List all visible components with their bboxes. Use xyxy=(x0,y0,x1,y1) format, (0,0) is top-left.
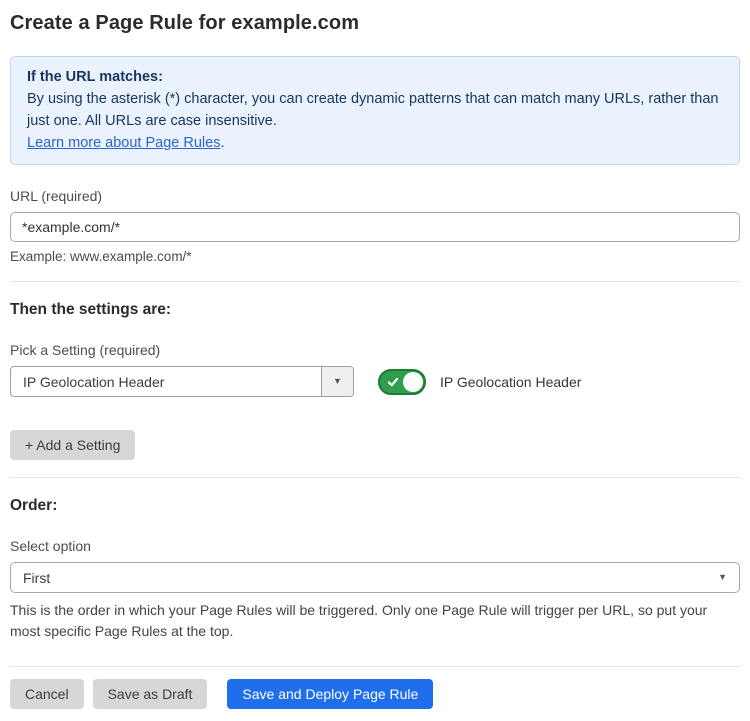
save-as-draft-button[interactable]: Save as Draft xyxy=(93,679,208,709)
url-example-helper: Example: www.example.com/* xyxy=(10,249,740,264)
save-and-deploy-button[interactable]: Save and Deploy Page Rule xyxy=(227,679,433,709)
info-box-heading: If the URL matches: xyxy=(27,66,723,88)
setting-select-value: IP Geolocation Header xyxy=(11,367,321,396)
chevron-down-icon: ▼ xyxy=(333,377,342,386)
divider xyxy=(10,666,740,667)
check-icon xyxy=(387,376,399,388)
toggle-label: IP Geolocation Header xyxy=(440,374,581,390)
toggle-knob xyxy=(403,372,423,392)
order-section-heading: Order: xyxy=(10,497,740,515)
page-title: Create a Page Rule for example.com xyxy=(10,12,740,35)
learn-more-link[interactable]: Learn more about Page Rules xyxy=(27,135,220,151)
setting-row: IP Geolocation Header ▼ IP Geolocation H… xyxy=(10,366,740,397)
url-input[interactable] xyxy=(10,212,740,242)
url-label: URL (required) xyxy=(10,188,740,204)
create-page-rule-form: Create a Page Rule for example.com If th… xyxy=(0,0,750,721)
info-box-body: By using the asterisk (*) character, you… xyxy=(27,88,723,132)
setting-select[interactable]: IP Geolocation Header ▼ xyxy=(10,366,354,397)
order-select[interactable]: First ▼ xyxy=(10,562,740,593)
divider xyxy=(10,281,740,282)
chevron-down-icon: ▼ xyxy=(718,573,727,582)
cancel-button[interactable]: Cancel xyxy=(10,679,84,709)
ip-geolocation-toggle[interactable] xyxy=(378,369,426,395)
pick-setting-label: Pick a Setting (required) xyxy=(10,342,740,358)
footer-button-row: Cancel Save as Draft Save and Deploy Pag… xyxy=(10,679,740,709)
order-select-value: First xyxy=(23,570,718,586)
link-suffix: . xyxy=(220,135,224,151)
divider xyxy=(10,477,740,478)
order-helper-text: This is the order in which your Page Rul… xyxy=(10,600,740,642)
info-box-link-line: Learn more about Page Rules. xyxy=(27,132,723,154)
setting-select-arrow-button[interactable]: ▼ xyxy=(321,367,353,396)
settings-section-heading: Then the settings are: xyxy=(10,301,740,319)
url-match-info-box: If the URL matches: By using the asteris… xyxy=(10,56,740,165)
select-option-label: Select option xyxy=(10,538,740,554)
add-setting-button[interactable]: + Add a Setting xyxy=(10,430,135,460)
